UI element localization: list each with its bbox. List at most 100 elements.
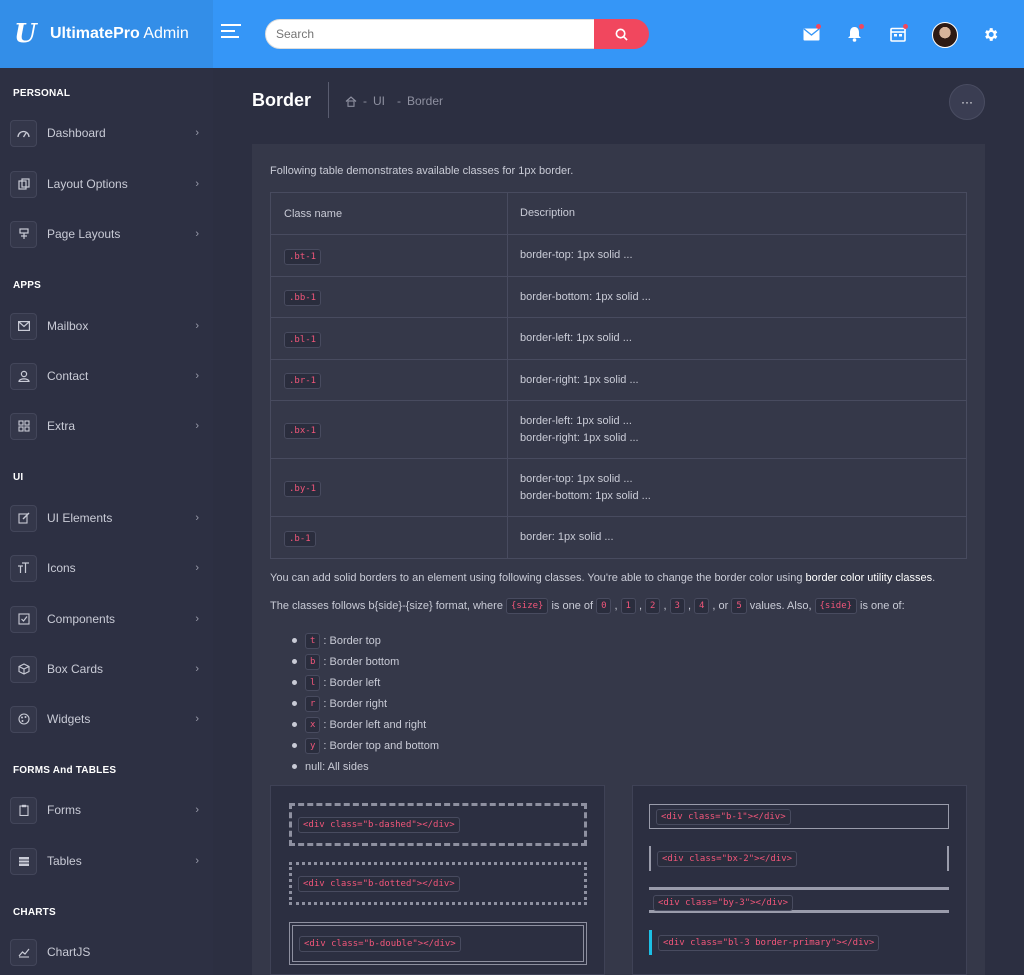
table-cell-desc: border-right: 1px solid ... [507,359,967,401]
hamburger-menu-icon[interactable] [221,24,241,40]
sidebar-item-dashboard[interactable]: Dashboard › [10,118,205,148]
class-code: .bb-1 [284,290,322,306]
table-header-description: Description [507,192,967,235]
border-classes-table: Class name Description .bt-1 border-top:… [270,192,967,559]
sidebar: PERSONAL Dashboard › Layout Options › Page… [0,68,213,975]
brand[interactable]: U UltimatePro Admin [0,0,213,68]
demo-b-dashed: <div class="b-dashed"></div> [289,803,587,846]
sidebar-item-layout-options[interactable]: Layout Options › [10,169,205,199]
brand-name: UltimatePro Admin [50,25,189,42]
breadcrumb-sep: - [363,94,367,108]
sidebar-section-personal: PERSONAL [13,88,71,99]
table-header-row: Class name Description [270,192,967,235]
demo-b-1: <div class="b-1"></div> [649,804,949,829]
demo-bl-3-primary: <div class="bl-3 border-primary"></div> [649,930,949,955]
class-code: .b-1 [284,530,316,547]
search-input[interactable] [265,19,595,49]
chevron-right-icon: › [195,855,199,867]
size-code-4: 4 [694,598,710,614]
table-cell-desc: border-top: 1px solid ... [507,234,967,277]
notification-dot [903,24,908,29]
size-code: {size} [505,598,549,614]
calendar-button[interactable] [888,24,908,44]
demo-bx-2: <div class="bx-2"></div> [649,846,949,871]
mail-icon [10,312,37,340]
edit-icon [10,504,37,532]
breadcrumb: - UI - Border [345,94,443,108]
envelope-icon [803,27,819,40]
sidebar-item-extra[interactable]: Extra › [10,411,205,441]
solid-borders-paragraph: You can add solid borders to an element … [270,572,936,584]
chevron-right-icon: › [195,713,199,725]
breadcrumb-current: Border [407,94,444,108]
chevron-right-icon: › [195,228,199,240]
list-item: x: Border left and right [292,714,439,735]
table-row: .br-1 border-right: 1px solid ... [270,359,967,401]
list-item: r: Border right [292,693,439,714]
list-item: l: Border left [292,672,439,693]
sidebar-section-forms-tables: FORMS And TABLES [13,765,117,776]
sidebar-item-chartjs[interactable]: ChartJS [10,937,205,967]
table-row: .by-1 border-top: 1px solid ... border-bo… [270,458,967,517]
more-options-button[interactable]: ··· [949,84,985,120]
chevron-right-icon: › [195,370,199,382]
page-title: Border [252,90,312,110]
gauge-icon [10,119,37,147]
table-header-class-name: Class name [270,192,508,235]
demo-b-double: <div class="b-double"></div> [289,922,587,965]
sidebar-section-ui: UI [13,472,24,483]
sidebar-section-charts: CHARTS [13,907,56,918]
user-avatar[interactable] [932,22,958,48]
sidebar-item-box-cards[interactable]: Box Cards › [10,654,205,684]
notifications-button[interactable] [844,24,864,44]
sidebar-item-page-layouts[interactable]: Page Layouts › [10,219,205,249]
chevron-right-icon: › [195,178,199,190]
class-code: .br-1 [284,373,322,389]
check-square-icon [10,605,37,633]
demo-panel-right: <div class="b-1"></div> <div class="bx-2… [632,785,967,975]
sidebar-item-components[interactable]: Components › [10,604,205,634]
table-cell-desc: border-top: 1px solid ... border-bottom: … [507,458,967,517]
class-code: .bt-1 [284,248,322,265]
palette-icon [10,705,37,733]
table-cell-desc: border-left: 1px solid ... border-right: … [507,400,967,459]
settings-button[interactable] [980,24,1000,44]
copy-icon [10,170,37,198]
sidebar-item-widgets[interactable]: Widgets › [10,704,205,734]
size-code-5: 5 [731,598,747,614]
size-code-0: 0 [596,598,612,614]
sidebar-item-ui-elements[interactable]: UI Elements › [10,503,205,533]
sidebar-item-tables[interactable]: Tables › [10,846,205,876]
table-row: .bx-1 border-left: 1px solid ... border-r… [270,400,967,459]
table-cell-desc: border-left: 1px solid ... [507,317,967,360]
box-icon [10,655,37,683]
chart-icon [10,938,37,966]
breadcrumb-ui[interactable]: UI [373,94,385,108]
list-item: b: Border bottom [292,651,439,672]
gear-icon [984,27,997,41]
search-bar [265,19,649,49]
table-icon [10,847,37,875]
text-size-icon [10,554,37,582]
sidebar-item-icons[interactable]: Icons › [10,553,205,583]
top-header: U UltimatePro Admin [0,0,1024,68]
title-divider [328,82,329,118]
side-code: {side} [814,598,858,614]
sidebar-item-contact[interactable]: Contact › [10,361,205,391]
chevron-right-icon: › [195,420,199,432]
size-code-3: 3 [669,598,685,614]
chevron-right-icon: › [195,613,199,625]
notification-dot [859,24,864,29]
table-cell-desc: border-bottom: 1px solid ... [507,276,967,318]
clipboard-icon [10,796,37,824]
table-row: .bb-1 border-bottom: 1px solid ... [270,276,967,318]
search-icon [615,28,628,41]
table-row: .bl-1 border-left: 1px solid ... [270,317,967,360]
home-icon[interactable] [345,95,357,107]
sidebar-item-mailbox[interactable]: Mailbox › [10,311,205,341]
border-color-link[interactable]: border color utility classes [806,572,933,584]
mail-button[interactable] [801,24,821,44]
size-code-1: 1 [620,598,636,614]
search-button[interactable] [594,19,649,49]
sidebar-item-forms[interactable]: Forms › [10,795,205,825]
